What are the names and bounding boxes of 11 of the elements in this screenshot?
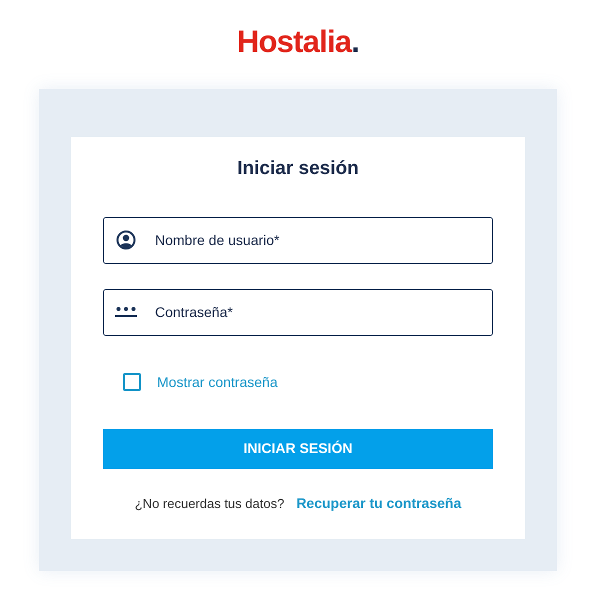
user-icon — [116, 230, 136, 250]
recover-prompt: ¿No recuerdas tus datos? — [134, 494, 284, 512]
show-password-checkbox[interactable] — [123, 373, 141, 391]
recover-password-link[interactable]: Recuperar tu contraseña — [296, 492, 462, 514]
show-password-label[interactable]: Mostrar contraseña — [157, 372, 278, 392]
logo: Hostalia. — [236, 26, 360, 57]
password-field[interactable]: Contraseña* — [103, 288, 493, 336]
password-icon — [115, 305, 137, 319]
login-title: Iniciar sesión — [236, 157, 360, 181]
login-button[interactable]: INICIAR SESIÓN — [103, 428, 493, 468]
username-field[interactable]: Nombre de usuario* — [103, 216, 493, 264]
